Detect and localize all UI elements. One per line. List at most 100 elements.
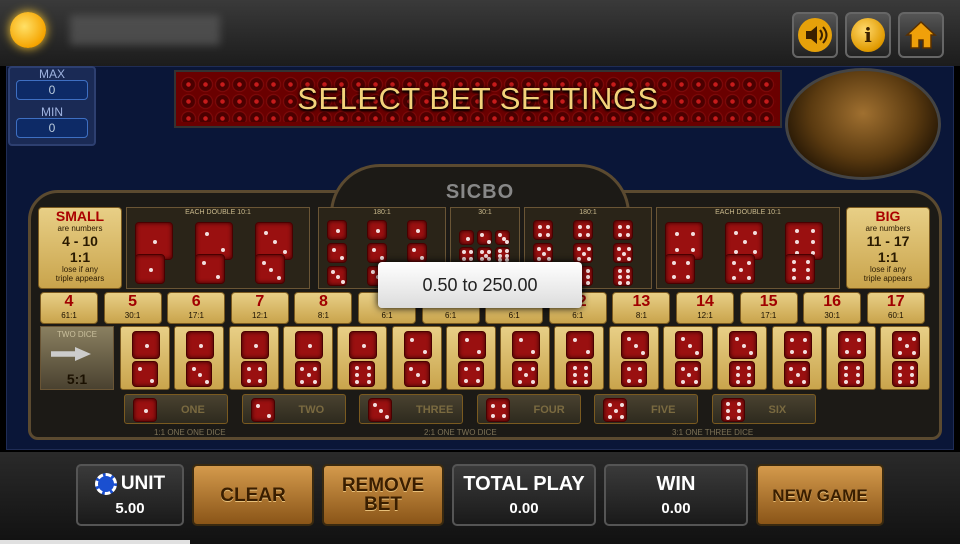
die-face-3 — [327, 266, 347, 286]
small-note1: lose if any — [61, 265, 99, 274]
bet-total-16[interactable]: 16 30:1 — [803, 292, 862, 324]
bet-combo-1-3[interactable] — [174, 326, 225, 390]
bet-combo-1-5[interactable] — [282, 326, 333, 390]
bet-combo-3-5[interactable] — [663, 326, 713, 390]
die-face-1 — [132, 331, 160, 359]
bet-combo-1-2[interactable] — [120, 326, 170, 390]
die-face-1 — [294, 331, 323, 359]
bet-combo-1-6[interactable] — [337, 326, 388, 390]
die-face-5 — [512, 361, 539, 387]
bet-total-7[interactable]: 7 12:1 — [230, 292, 289, 324]
bet-big[interactable]: BIG are numbers 11 - 17 1:1 lose if any … — [846, 207, 930, 289]
die-face-4 — [620, 361, 647, 387]
bet-single-one[interactable]: ONE — [124, 394, 228, 424]
win-display: WIN 0.00 — [604, 464, 748, 526]
unit-label: UNIT — [120, 473, 166, 495]
bet-combo-2-3[interactable] — [391, 326, 442, 390]
big-title: BIG — [875, 208, 901, 224]
bet-combo-2-6[interactable] — [554, 326, 605, 390]
bet-each-double-left[interactable]: EACH DOUBLE 10:1 — [126, 207, 310, 289]
home-button[interactable] — [898, 12, 944, 58]
die-face-6 — [349, 361, 376, 387]
bet-combo-5-6[interactable] — [880, 326, 931, 390]
small-odds: 1:1 — [69, 249, 91, 265]
total-number: 6 — [191, 293, 201, 310]
arrow-icon — [51, 347, 91, 361]
single-label: THREE — [416, 404, 454, 416]
bet-combo-3-6[interactable] — [717, 326, 768, 390]
die-face-1 — [135, 254, 165, 284]
single-label: SIX — [768, 404, 787, 416]
die-face-4 — [665, 254, 695, 284]
die-face-2 — [250, 398, 275, 422]
bet-single-three[interactable]: THREE — [359, 394, 463, 424]
each-double-label: EACH DOUBLE 10:1 — [715, 209, 781, 216]
big-odds: 1:1 — [877, 249, 899, 265]
bet-total-13[interactable]: 13 8:1 — [612, 292, 671, 324]
dice-shaker-bowl — [785, 68, 941, 180]
bet-combo-2-4[interactable] — [445, 326, 496, 390]
min-label: MIN — [41, 105, 63, 119]
max-value: 0 — [16, 80, 88, 100]
total-odds: 12:1 — [252, 311, 268, 320]
bet-combo-4-6[interactable] — [825, 326, 876, 390]
die-face-2 — [403, 331, 432, 359]
bet-combo-2-5[interactable] — [500, 326, 551, 390]
clear-button[interactable]: CLEAR — [192, 464, 314, 526]
bet-two-dice-info[interactable]: TWO DICE 5:1 — [40, 326, 114, 390]
bet-total-6[interactable]: 6 17:1 — [167, 292, 226, 324]
die-face-6 — [613, 266, 633, 286]
die-face-3 — [368, 398, 392, 422]
clear-label: CLEAR — [220, 484, 286, 506]
bet-small[interactable]: SMALL are numbers 4 - 10 1:1 lose if any… — [38, 207, 122, 289]
die-face-2 — [195, 254, 225, 284]
any-triple-label: 30:1 — [478, 209, 492, 216]
bet-single-six[interactable]: SIX — [711, 394, 816, 424]
big-note1: lose if any — [869, 265, 907, 274]
bet-total-5[interactable]: 5 30:1 — [103, 292, 162, 324]
bet-single-two[interactable]: TWO — [241, 394, 346, 424]
bet-total-8[interactable]: 8 8:1 — [294, 292, 353, 324]
die-face-2 — [367, 243, 387, 263]
die-face-5 — [892, 331, 921, 359]
die-face-5 — [675, 361, 701, 387]
die-face-2 — [512, 331, 541, 359]
big-note2: triple appears — [863, 274, 913, 283]
game-logo — [10, 12, 46, 48]
bet-combo-1-4[interactable] — [228, 326, 279, 390]
bet-total-17[interactable]: 17 60:1 — [866, 292, 925, 324]
bet-range-popup: 0.50 to 250.00 — [378, 262, 582, 308]
bet-combo-3-4[interactable] — [608, 326, 659, 390]
total-odds: 17:1 — [760, 311, 777, 320]
new-game-button[interactable]: NEW GAME — [756, 464, 884, 526]
die-face-3 — [729, 331, 758, 359]
die-face-4 — [457, 361, 484, 387]
bet-each-double-right[interactable]: EACH DOUBLE 10:1 — [656, 207, 840, 289]
bet-single-four[interactable]: FOUR — [476, 394, 581, 424]
die-face-1 — [459, 230, 474, 245]
bet-combo-4-5[interactable] — [771, 326, 822, 390]
die-face-3 — [495, 230, 510, 245]
total-play-label: TOTAL PLAY — [463, 473, 585, 495]
total-play-value: 0.00 — [509, 500, 539, 517]
unit-button[interactable]: UNIT 5.00 — [76, 464, 184, 526]
total-play-display: TOTAL PLAY 0.00 — [452, 464, 596, 526]
total-odds: 12:1 — [697, 311, 713, 320]
total-odds: 6:1 — [572, 311, 584, 320]
info-button[interactable]: i — [845, 12, 891, 58]
sound-button[interactable] — [792, 12, 838, 58]
remove-bet-button[interactable]: REMOVE BET — [322, 464, 444, 526]
bet-single-five[interactable]: FIVE — [594, 394, 698, 424]
two-dice-label: TWO DICE — [57, 330, 97, 339]
total-number: 16 — [823, 293, 842, 310]
bet-total-14[interactable]: 14 12:1 — [676, 292, 734, 324]
die-face-5 — [783, 361, 810, 387]
remove-bet-label-1: REMOVE — [341, 475, 425, 496]
die-face-4 — [573, 220, 593, 240]
bet-total-4[interactable]: 4 61:1 — [40, 292, 98, 324]
info-icon: i — [851, 18, 885, 52]
table-name: SICBO — [445, 181, 515, 203]
total-number: 8 — [318, 293, 328, 310]
die-face-6 — [837, 361, 864, 387]
bet-total-15[interactable]: 15 17:1 — [739, 292, 798, 324]
